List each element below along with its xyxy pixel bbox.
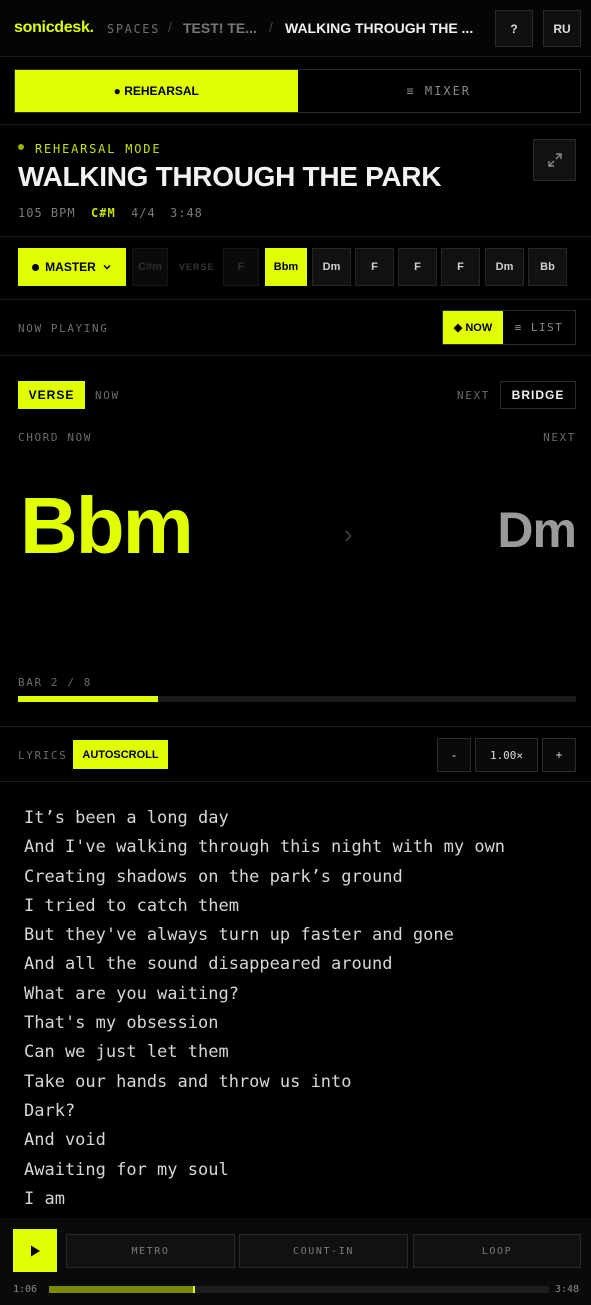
current-section-tag: NOW — [95, 389, 120, 402]
divider — [0, 355, 591, 356]
song-key: C#M — [91, 206, 116, 220]
song-duration: 3:48 — [170, 206, 203, 220]
lyric-line: Can we just let them — [24, 1042, 229, 1063]
lyric-line: That's my obsession — [24, 1013, 219, 1034]
next-section-tag: NEXT — [457, 389, 490, 402]
status-dot-icon — [18, 144, 24, 150]
bar-progress-fill — [18, 696, 158, 702]
lyric-line: And void — [24, 1130, 106, 1151]
chord-chip-faded[interactable]: C#m — [132, 248, 168, 286]
language-button[interactable]: RU — [543, 10, 581, 47]
song-title: WALKING THROUGH THE PARK — [18, 161, 442, 192]
chord-next-label: NEXT — [543, 431, 576, 444]
view-toggle: ◆ NOW ≡ LIST — [442, 310, 576, 345]
speed-decrease-button[interactable]: - — [437, 738, 471, 772]
top-header: sonicdesk. SPACES / TEST! TE... / WALKIN… — [0, 0, 591, 56]
breadcrumb-spaces[interactable]: SPACES — [107, 22, 160, 36]
expand-icon — [547, 153, 562, 167]
tab-mixer[interactable]: ≡ MIXER — [298, 70, 581, 112]
chord-chip-active[interactable]: Bbm — [265, 248, 307, 286]
chord-chip[interactable]: Bb — [528, 248, 567, 286]
lyric-line: It’s been a long day — [24, 808, 229, 828]
song-bpm: 105 BPM — [18, 206, 76, 220]
loop-button[interactable]: LOOP — [413, 1234, 581, 1268]
divider — [0, 299, 591, 300]
breadcrumb-current-song: WALKING THROUGH THE ... — [285, 20, 474, 36]
breadcrumb-separator: / — [168, 19, 172, 35]
divider — [0, 56, 591, 57]
transport-bar: METRO COUNT-IN LOOP 1:06 3:48 — [0, 1218, 591, 1305]
divider — [0, 781, 591, 782]
chord-section-label: VERSE — [179, 262, 215, 272]
chevron-down-icon — [103, 264, 111, 270]
mode-tabs: ● REHEARSAL ≡ MIXER — [14, 69, 581, 113]
view-now-button[interactable]: ◆ NOW — [443, 311, 503, 344]
play-button[interactable] — [13, 1229, 57, 1272]
mode-label: REHEARSAL MODE — [35, 142, 162, 156]
lyric-line: Dark? — [24, 1100, 76, 1121]
chord-chip[interactable]: Dm — [485, 248, 524, 286]
master-label: MASTER — [45, 260, 96, 274]
speed-increase-button[interactable]: + — [542, 738, 576, 772]
current-chord: Bbm — [20, 481, 194, 570]
fullscreen-button[interactable] — [533, 139, 576, 181]
lyric-line: Awaiting for my soul — [24, 1159, 229, 1180]
scroll-speed-value: 1.00× — [475, 738, 538, 772]
lyric-line: Creating shadows on the park’s ground — [24, 866, 403, 887]
brand-logo[interactable]: sonicdesk. — [14, 19, 94, 37]
lyric-line: Take our hands and throw us into — [24, 1071, 352, 1092]
master-dropdown[interactable]: MASTER — [18, 248, 126, 286]
chord-now-label: CHORD NOW — [18, 431, 93, 444]
next-section-badge[interactable]: BRIDGE — [500, 381, 576, 409]
play-icon — [31, 1245, 40, 1256]
chord-chip[interactable]: F — [355, 248, 394, 286]
bar-counter: BAR 2 / 8 — [18, 676, 93, 689]
autoscroll-toggle[interactable]: AUTOSCROLL — [73, 740, 168, 769]
breadcrumb-separator: / — [269, 19, 273, 35]
chord-chip[interactable]: F — [398, 248, 437, 286]
current-section-badge: VERSE — [18, 381, 85, 409]
master-dot-icon — [32, 263, 40, 271]
metronome-button[interactable]: METRO — [66, 1234, 235, 1268]
playhead[interactable] — [193, 1286, 195, 1293]
lyric-line: But they've always turn up faster and go… — [24, 925, 454, 946]
chord-chip[interactable]: F — [441, 248, 480, 286]
divider — [0, 124, 591, 125]
lyric-line: What are you waiting? — [24, 983, 239, 1004]
lyrics-label: LYRICS — [18, 749, 68, 762]
lyric-line: And all the sound disappeared around — [24, 954, 393, 975]
lyric-line: I tried to catch them — [24, 895, 239, 916]
bar-progress-track — [18, 696, 576, 702]
help-button[interactable]: ? — [495, 10, 533, 47]
chord-chip-faded[interactable]: F — [223, 248, 259, 286]
lyrics-panel[interactable]: It’s been a long day And I've walking th… — [24, 804, 584, 1214]
breadcrumb-space[interactable]: TEST! TE... — [183, 20, 257, 36]
view-list-button[interactable]: ≡ LIST — [503, 311, 575, 344]
divider — [0, 726, 591, 727]
playback-progress-fill — [49, 1286, 195, 1293]
playback-progress-track[interactable] — [49, 1286, 549, 1293]
divider — [0, 236, 591, 237]
tab-rehearsal[interactable]: ● REHEARSAL — [15, 70, 298, 112]
chord-chip[interactable]: Dm — [312, 248, 351, 286]
lyric-line: I am — [24, 1188, 65, 1209]
now-playing-label: NOW PLAYING — [18, 322, 109, 335]
count-in-button[interactable]: COUNT-IN — [239, 1234, 408, 1268]
total-time: 3:48 — [555, 1284, 580, 1295]
song-time-signature: 4/4 — [131, 206, 156, 220]
elapsed-time: 1:06 — [13, 1284, 38, 1295]
next-chord: Dm — [497, 502, 577, 558]
chevron-right-icon: › — [344, 519, 353, 549]
lyric-line: And I've walking through this night with… — [24, 837, 506, 858]
